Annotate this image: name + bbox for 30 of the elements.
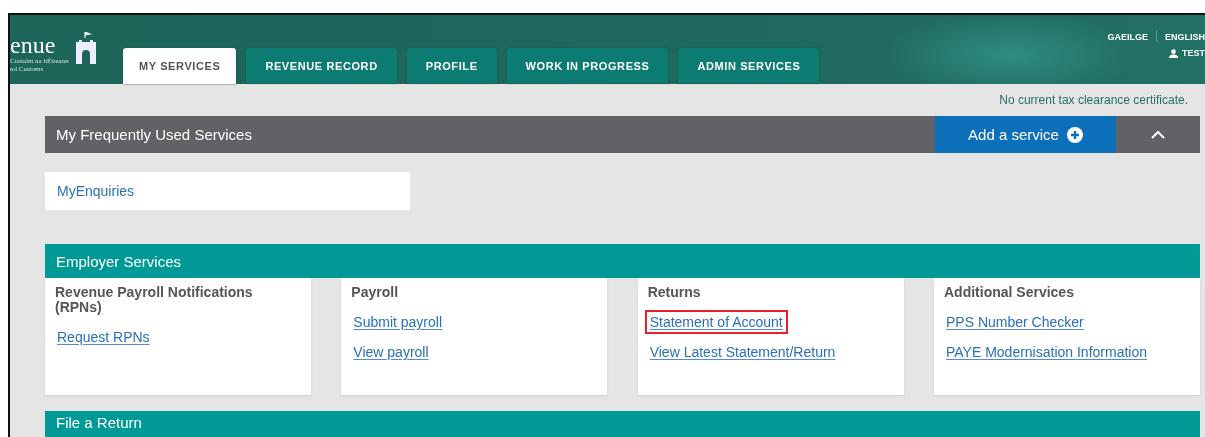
clearance-notice: No current tax clearance certificate. bbox=[998, 93, 1189, 109]
add-service-button[interactable]: Add a service bbox=[935, 116, 1116, 153]
user-icon bbox=[1169, 48, 1178, 58]
service-link[interactable]: PAYE Modernisation Information bbox=[941, 340, 1152, 364]
service-link[interactable]: PPS Number Checker bbox=[941, 310, 1089, 334]
nav-tab[interactable]: PROFILE bbox=[406, 48, 497, 83]
service-link[interactable]: View payroll bbox=[348, 340, 434, 364]
section-title: Employer Services bbox=[55, 252, 182, 270]
nav-tab[interactable]: WORK IN PROGRESS bbox=[506, 48, 669, 83]
service-link[interactable]: MyEnquiries bbox=[45, 172, 410, 210]
user-name[interactable]: TEST bbox=[1182, 48, 1205, 58]
service-link[interactable]: Statement of Account bbox=[644, 310, 788, 334]
service-link[interactable]: Request RPNs bbox=[52, 325, 155, 349]
language-link[interactable]: ENGLISH bbox=[1165, 31, 1205, 42]
card-title: Additional Services bbox=[944, 285, 1074, 300]
nav-tab[interactable]: REVENUE RECORD bbox=[246, 48, 397, 83]
castle-icon bbox=[74, 31, 97, 64]
card-title: Revenue Payroll Notifications (RPNs) bbox=[55, 285, 254, 315]
service-link[interactable]: Submit payroll bbox=[348, 310, 448, 334]
nav-tab[interactable]: MY SERVICES bbox=[123, 48, 237, 84]
service-link[interactable]: View Latest Statement/Return bbox=[644, 340, 841, 364]
language-link[interactable]: GAEILGE bbox=[1107, 31, 1148, 42]
card-title: Payroll bbox=[351, 285, 399, 300]
plus-circle-icon bbox=[1066, 126, 1083, 143]
nav-tab[interactable]: ADMIN SERVICES bbox=[678, 48, 820, 83]
section-title: My Frequently Used Services bbox=[55, 126, 253, 143]
logo-title: enue bbox=[10, 32, 56, 57]
card-title: Returns bbox=[647, 285, 701, 300]
chevron-up-icon bbox=[1151, 130, 1165, 139]
section-title: File a Return bbox=[55, 414, 142, 431]
